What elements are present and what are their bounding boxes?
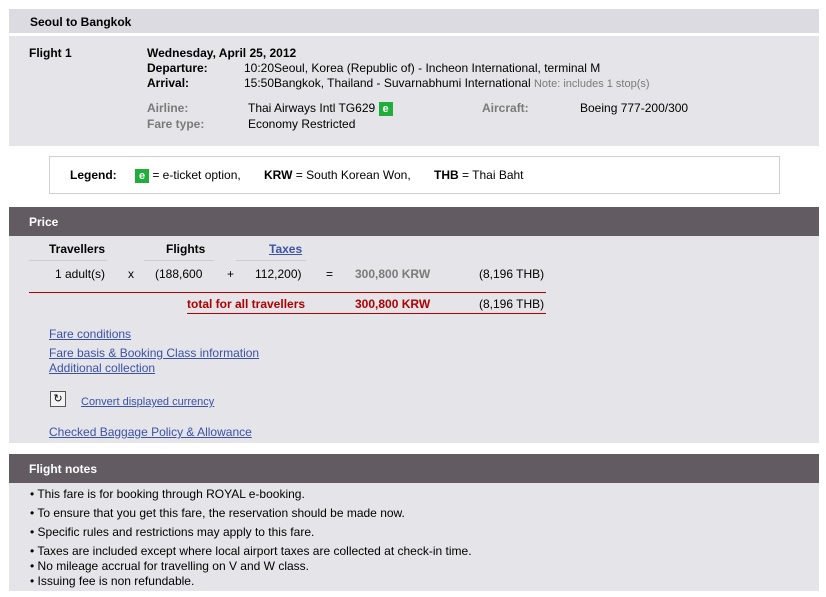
total-thb: (8,196 THB): [479, 297, 545, 311]
taxes-link[interactable]: Taxes: [269, 242, 302, 256]
col-flights-header: Flights: [166, 242, 206, 256]
flight-details-panel: [9, 36, 819, 146]
legend-krw-text: = South Korean Won,: [295, 168, 411, 182]
arrival-time: 15:50: [244, 76, 275, 90]
row-total-thb: (8,196 THB): [479, 267, 545, 281]
legend-thb: THB = Thai Baht: [434, 168, 524, 182]
total-bottom-rule: [187, 313, 546, 314]
note-item: • Issuing fee is non refundable.: [30, 574, 195, 588]
legend-label: Legend:: [70, 168, 117, 182]
arrival-note: Note: includes 1 stop(s): [533, 78, 650, 90]
price-section-header: [9, 207, 819, 236]
legend-thb-text: = Thai Baht: [462, 168, 524, 182]
legend-thb-code: THB: [434, 168, 459, 182]
fare-basis-link[interactable]: Fare basis & Booking Class information: [49, 346, 259, 360]
note-item: • This fare is for booking through ROYAL…: [30, 487, 305, 501]
fare-conditions-link[interactable]: Fare conditions: [49, 327, 131, 341]
airline-value-wrap: Thai Airways Intl TG629 e: [248, 101, 393, 116]
note-item: • Specific rules and restrictions may ap…: [30, 525, 315, 539]
departure-value: 10:20Seoul, Korea (Republic of) - Incheo…: [244, 61, 600, 75]
airline-value: Thai Airways Intl TG629: [248, 101, 376, 115]
col-travellers-header: Travellers: [49, 242, 106, 256]
arrival-value: 15:50Bangkok, Thailand - Suvarnabhumi In…: [244, 76, 650, 90]
note-item: • Taxes are included except where local …: [30, 544, 472, 558]
departure-place: Seoul, Korea (Republic of) - Incheon Int…: [274, 61, 601, 75]
flight-date: Wednesday, April 25, 2012: [147, 46, 297, 60]
row-total-krw: 300,800 KRW: [355, 267, 431, 281]
header-underline-flights: [144, 260, 214, 261]
legend-eticket-text: = e-ticket option,: [152, 168, 241, 182]
price-header-title: Price: [29, 215, 59, 229]
eticket-icon: e: [378, 102, 393, 116]
note-item: • To ensure that you get this fare, the …: [30, 506, 405, 520]
departure-time: 10:20: [244, 61, 275, 75]
arrival-label: Arrival:: [147, 76, 190, 90]
row-times-sign: x: [128, 267, 134, 281]
departure-label: Departure:: [147, 61, 208, 75]
legend-eticket: e = e-ticket option,: [135, 168, 241, 183]
arrival-place: Bangkok, Thailand - Suvarnabhumi Interna…: [274, 76, 531, 90]
aircraft-label: Aircraft:: [482, 101, 529, 115]
legend-krw-code: KRW: [264, 168, 293, 182]
airline-label: Airline:: [147, 101, 189, 115]
total-top-rule: [29, 292, 546, 293]
notes-section-header: [9, 454, 819, 483]
total-label: total for all travellers: [187, 297, 306, 311]
legend-krw: KRW = South Korean Won,: [264, 168, 411, 182]
flight-label: Flight 1: [29, 46, 72, 60]
header-underline-taxes: [236, 260, 306, 261]
route-title: Seoul to Bangkok: [30, 15, 132, 29]
row-taxes: 112,200): [255, 267, 302, 281]
currency-convert-icon[interactable]: ↻: [50, 391, 66, 407]
baggage-policy-link[interactable]: Checked Baggage Policy & Allowance: [49, 425, 252, 439]
aircraft-value: Boeing 777-200/300: [580, 101, 689, 115]
row-flights: (188,600: [155, 267, 203, 281]
notes-header-title: Flight notes: [29, 462, 97, 476]
note-item: • No mileage accrual for travelling on V…: [30, 559, 309, 573]
header-underline-travellers: [29, 260, 107, 261]
fare-type-label: Fare type:: [147, 117, 205, 131]
eticket-icon: e: [135, 169, 149, 183]
row-plus-sign: +: [227, 267, 235, 281]
convert-currency-link[interactable]: Convert displayed currency: [81, 396, 214, 408]
additional-collection-link[interactable]: Additional collection: [49, 361, 155, 375]
total-krw: 300,800 KRW: [355, 297, 431, 311]
fare-type-value: Economy Restricted: [248, 117, 356, 131]
row-equals-sign: =: [326, 267, 334, 281]
row-travellers: 1 adult(s): [55, 267, 106, 281]
